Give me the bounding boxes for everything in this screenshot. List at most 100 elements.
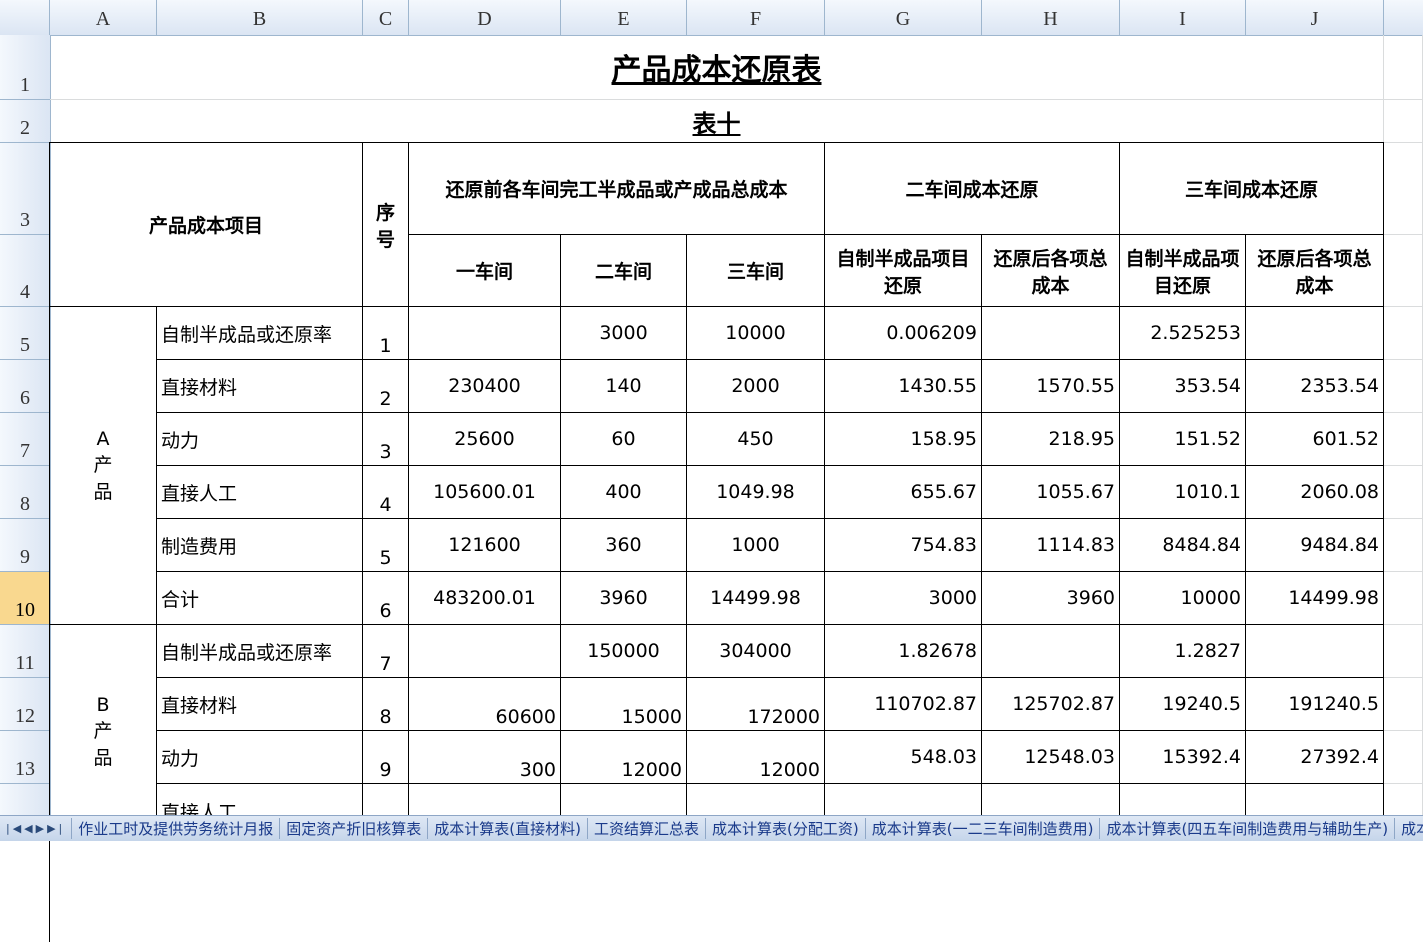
sheet-subtitle[interactable]: 表十 [50, 100, 1384, 143]
cell-j[interactable]: 2353.54 [1246, 360, 1384, 413]
cell-i[interactable]: 10000 [1120, 572, 1246, 625]
cell[interactable] [1384, 35, 1423, 100]
cell[interactable] [1384, 466, 1423, 519]
cell-e[interactable]: 60 [561, 413, 687, 466]
sheet-nav-arrows-icon[interactable]: |◀◀▶▶| [0, 822, 71, 835]
cell-f[interactable]: 12000 [687, 731, 825, 784]
cell-i[interactable]: 1010.1 [1120, 466, 1246, 519]
cell-h[interactable]: 3960 [982, 572, 1120, 625]
row-header-2[interactable]: 2 [0, 100, 50, 143]
column-header-I[interactable]: I [1120, 0, 1246, 35]
cell-e[interactable]: 12000 [561, 731, 687, 784]
cell-i[interactable]: 353.54 [1120, 360, 1246, 413]
cell-i[interactable]: 1.2827 [1120, 625, 1246, 678]
cell-j[interactable]: 2060.08 [1246, 466, 1384, 519]
select-all-corner[interactable] [0, 0, 50, 35]
header-g[interactable]: 自制半成品项目还原 [825, 235, 982, 307]
cell-f[interactable]: 1000 [687, 519, 825, 572]
cell-g[interactable]: 158.95 [825, 413, 982, 466]
row-seq[interactable]: 7 [363, 625, 409, 678]
cell-f[interactable]: 450 [687, 413, 825, 466]
header-e[interactable]: 二车间 [561, 235, 687, 307]
column-header-A[interactable]: A [50, 0, 157, 35]
sheet-title[interactable]: 产品成本还原表 [50, 35, 1384, 100]
cell-g[interactable]: 655.67 [825, 466, 982, 519]
cell-h[interactable]: 1055.67 [982, 466, 1120, 519]
cell-d[interactable] [409, 625, 561, 678]
cell[interactable] [1384, 572, 1423, 625]
row-item-label[interactable]: 制造费用 [157, 519, 363, 572]
row-header-7[interactable]: 7 [0, 413, 50, 466]
cell-e[interactable]: 360 [561, 519, 687, 572]
row-header-3[interactable]: 3 [0, 143, 50, 235]
row-seq[interactable]: 4 [363, 466, 409, 519]
header-workshop3-restore[interactable]: 三车间成本还原 [1120, 143, 1384, 235]
cell-h[interactable]: 12548.03 [982, 731, 1120, 784]
row-header-6[interactable]: 6 [0, 360, 50, 413]
cell[interactable] [1384, 413, 1423, 466]
sheet-tab[interactable]: 成本计算表(直接材料) [427, 818, 587, 839]
cell-h[interactable]: 125702.87 [982, 678, 1120, 731]
cell-e[interactable]: 150000 [561, 625, 687, 678]
cell-j[interactable]: 601.52 [1246, 413, 1384, 466]
cell-d[interactable]: 60600 [409, 678, 561, 731]
row-header-13[interactable]: 13 [0, 731, 50, 784]
column-header-H[interactable]: H [982, 0, 1120, 35]
column-header-B[interactable]: B [157, 0, 363, 35]
sheet-tab[interactable]: 作业工时及提供劳务统计月报 [71, 818, 279, 839]
column-header-D[interactable]: D [409, 0, 561, 35]
column-header-C[interactable]: C [363, 0, 409, 35]
row-seq[interactable]: 3 [363, 413, 409, 466]
row-item-label[interactable]: 自制半成品或还原率 [157, 307, 363, 360]
cell-h[interactable] [982, 625, 1120, 678]
cell-g[interactable]: 3000 [825, 572, 982, 625]
column-header-F[interactable]: F [687, 0, 825, 35]
sheet-tab[interactable]: 成本计算表(分配工资) [705, 818, 865, 839]
cell-h[interactable]: 218.95 [982, 413, 1120, 466]
group-label-b[interactable]: B 产品 [50, 625, 157, 840]
cell-j[interactable]: 14499.98 [1246, 572, 1384, 625]
cell-g[interactable]: 1430.55 [825, 360, 982, 413]
row-header-4[interactable]: 4 [0, 235, 50, 307]
cell-d[interactable]: 230400 [409, 360, 561, 413]
row-header-5[interactable]: 5 [0, 307, 50, 360]
cell-j[interactable]: 9484.84 [1246, 519, 1384, 572]
cell-d[interactable] [409, 307, 561, 360]
row-item-label[interactable]: 动力 [157, 731, 363, 784]
cell-d[interactable]: 25600 [409, 413, 561, 466]
cell-i[interactable]: 151.52 [1120, 413, 1246, 466]
row-seq[interactable]: 1 [363, 307, 409, 360]
cell-i[interactable]: 8484.84 [1120, 519, 1246, 572]
header-before-restore[interactable]: 还原前各车间完工半成品或产成品总成本 [409, 143, 825, 235]
cell[interactable] [1384, 307, 1423, 360]
header-h[interactable]: 还原后各项总成本 [982, 235, 1120, 307]
cell-h[interactable]: 1114.83 [982, 519, 1120, 572]
cell-j[interactable] [1246, 625, 1384, 678]
row-item-label[interactable]: 直接人工 [157, 466, 363, 519]
sheet-tab[interactable]: 成本计算表(一二三车间制造费用) [865, 818, 1100, 839]
cell-g[interactable]: 548.03 [825, 731, 982, 784]
cell-g[interactable]: 110702.87 [825, 678, 982, 731]
sheet-tab[interactable]: 工资结算汇总表 [587, 818, 705, 839]
cell-f[interactable]: 14499.98 [687, 572, 825, 625]
cell[interactable] [1384, 519, 1423, 572]
cell-g[interactable]: 1.82678 [825, 625, 982, 678]
column-header-G[interactable]: G [825, 0, 982, 35]
cell[interactable] [1384, 100, 1423, 143]
cell-e[interactable]: 140 [561, 360, 687, 413]
cell-h[interactable] [982, 307, 1120, 360]
cell-j[interactable]: 27392.4 [1246, 731, 1384, 784]
row-item-label[interactable]: 直接材料 [157, 360, 363, 413]
row-header-11[interactable]: 11 [0, 625, 50, 678]
header-item[interactable]: 产品成本项目 [50, 143, 363, 307]
sheet-tab[interactable]: 成本计算表 [1394, 818, 1423, 839]
row-seq[interactable]: 9 [363, 731, 409, 784]
row-item-label[interactable]: 自制半成品或还原率 [157, 625, 363, 678]
header-f[interactable]: 三车间 [687, 235, 825, 307]
cell-g[interactable]: 754.83 [825, 519, 982, 572]
cell-f[interactable]: 304000 [687, 625, 825, 678]
cell-f[interactable]: 2000 [687, 360, 825, 413]
cell-i[interactable]: 2.525253 [1120, 307, 1246, 360]
cell-g[interactable]: 0.006209 [825, 307, 982, 360]
cell-i[interactable]: 15392.4 [1120, 731, 1246, 784]
